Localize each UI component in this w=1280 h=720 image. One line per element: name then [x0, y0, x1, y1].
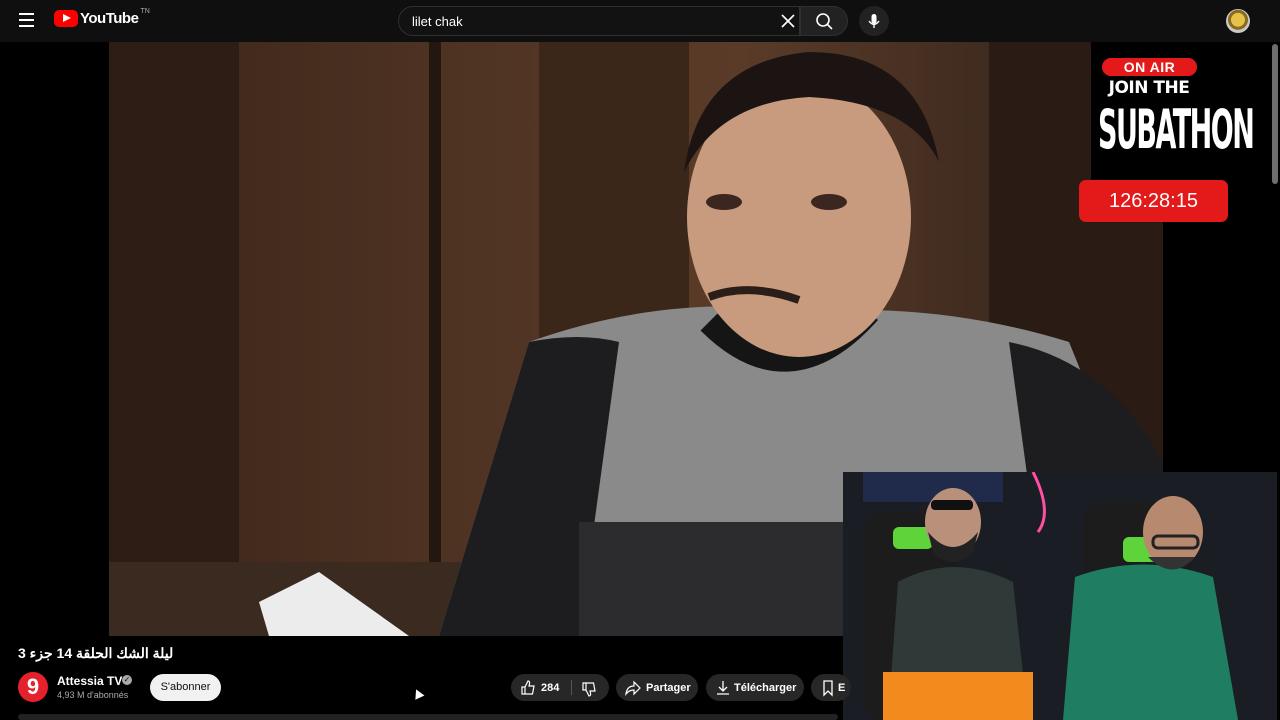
like-count[interactable]: 284	[541, 682, 559, 694]
description-box[interactable]	[18, 714, 838, 720]
download-button[interactable]: Télécharger	[706, 674, 804, 701]
verified-icon: ✓	[122, 675, 132, 685]
logo-text: YouTube	[80, 10, 139, 27]
share-label: Partager	[646, 682, 691, 694]
share-button[interactable]: Partager	[616, 674, 698, 701]
menu-icon[interactable]	[16, 9, 38, 31]
channel-name[interactable]: Attessia TV	[57, 674, 122, 688]
search-input[interactable]	[410, 13, 774, 30]
mouse-cursor-icon	[411, 687, 425, 700]
webcam-frame	[843, 472, 1277, 720]
page-scrollbar[interactable]	[1272, 44, 1278, 184]
overlay-subathon-text: SUBATHON	[1098, 100, 1255, 162]
voice-search-button[interactable]	[859, 6, 889, 36]
search-box[interactable]	[398, 6, 800, 36]
subscribe-button[interactable]: S'abonner	[150, 674, 221, 701]
webcam-overlay	[843, 472, 1277, 720]
search-icon	[816, 13, 833, 30]
download-icon	[717, 681, 729, 695]
mic-icon	[868, 14, 880, 28]
like-icon[interactable]	[519, 679, 537, 697]
like-dislike-group: 284	[511, 674, 609, 701]
dislike-icon[interactable]	[580, 680, 598, 698]
subathon-timer: 126:28:15	[1079, 180, 1228, 222]
youtube-logo[interactable]: YouTube TN	[54, 8, 150, 27]
channel-logo[interactable]: 9	[18, 672, 48, 702]
avatar[interactable]	[1226, 9, 1250, 33]
save-label: E	[838, 682, 846, 694]
bookmark-icon	[823, 680, 833, 697]
search-button[interactable]	[800, 6, 848, 36]
share-icon	[625, 680, 641, 697]
download-label: Télécharger	[734, 682, 797, 694]
video-title: ليلة الشك الحلقة 14 جزء 3	[18, 645, 174, 661]
logo-country: TN	[140, 8, 150, 15]
divider	[571, 680, 572, 695]
clear-icon[interactable]	[779, 12, 797, 30]
save-button[interactable]: E	[811, 674, 851, 701]
subscriber-count: 4,93 M d'abonnés	[57, 690, 129, 700]
youtube-play-icon	[54, 10, 78, 27]
overlay-join-text: JOIN THE	[1108, 78, 1190, 98]
on-air-badge: ON AIR	[1102, 58, 1197, 76]
